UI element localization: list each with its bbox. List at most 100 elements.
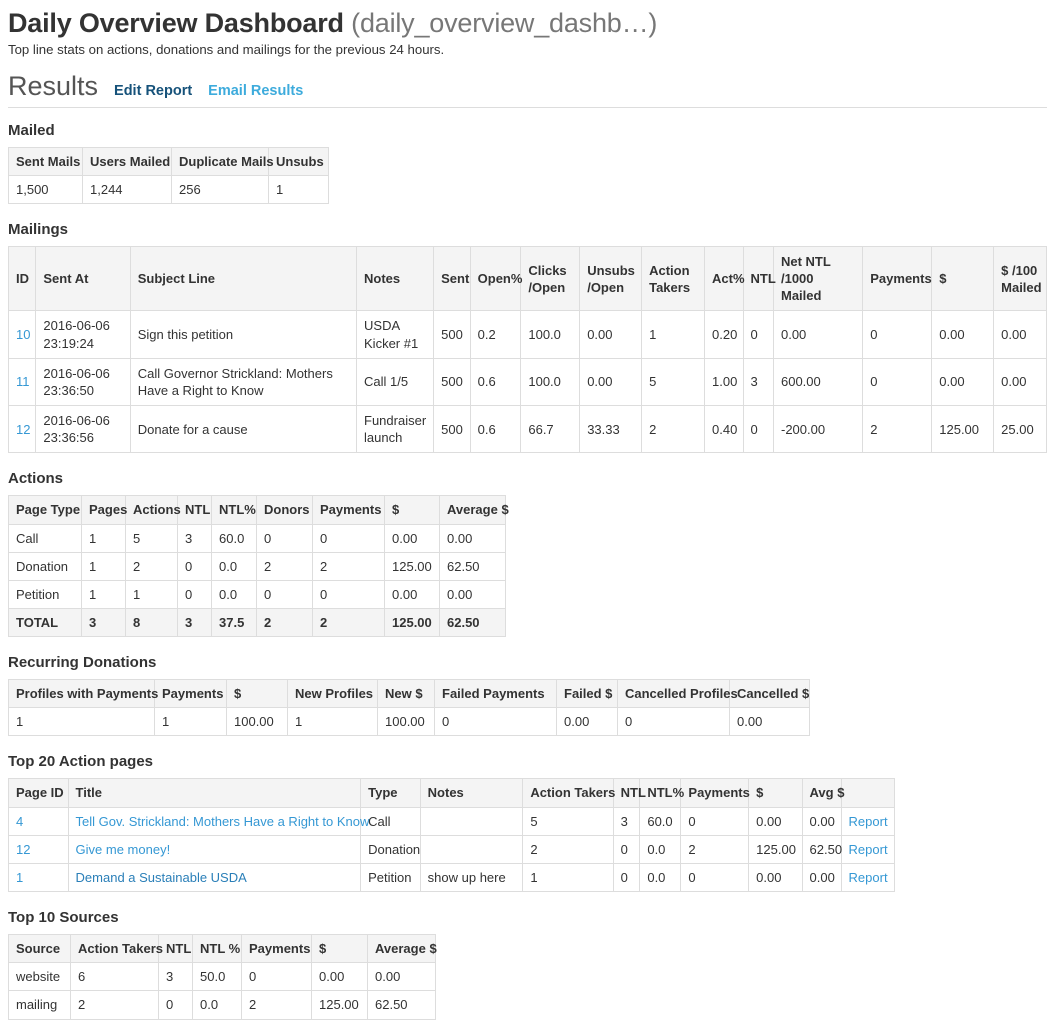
- cell-unsubs: 1: [269, 175, 329, 203]
- top-sources-section-title: Top 10 Sources: [8, 909, 1047, 927]
- cell-dollars: 0.00: [749, 863, 802, 891]
- column-header-report: [841, 779, 894, 807]
- column-header-donors: Donors: [257, 496, 313, 524]
- column-header-action-takers: Action Takers: [71, 935, 159, 963]
- column-header-notes: Notes: [420, 779, 523, 807]
- cell-act-pct: 1.00: [705, 358, 744, 405]
- cell-avg-dollars: 0.00: [802, 863, 841, 891]
- column-header-page-type: Page Type: [9, 496, 82, 524]
- column-header-open-pct: Open%: [470, 246, 521, 310]
- report-link[interactable]: Report: [849, 870, 888, 885]
- table-row: 4 Tell Gov. Strickland: Mothers Have a R…: [9, 807, 895, 835]
- cell-page-id: 1: [9, 863, 69, 891]
- page-id-link[interactable]: 12: [16, 842, 30, 857]
- top-sources-table: Source Action Takers NTL NTL % Payments …: [8, 934, 436, 1019]
- cell-notes: [420, 835, 523, 863]
- cell-clicks-per-open: 66.7: [521, 406, 580, 453]
- header-line-2: /Open: [587, 280, 624, 295]
- cell-ntl: 0: [613, 863, 640, 891]
- column-header-dollars: $: [932, 246, 994, 310]
- cell-report: Report: [841, 807, 894, 835]
- cell-cancelled-dollars: 0.00: [730, 708, 810, 736]
- cell-payments: 2: [242, 991, 312, 1019]
- sent-at-time: 23:36:56: [43, 430, 94, 445]
- column-header-action-takers: ActionTakers: [642, 246, 705, 310]
- column-header-ntl: NTL: [159, 935, 193, 963]
- email-results-link[interactable]: Email Results: [208, 84, 303, 99]
- cell-open-pct: 0.6: [470, 358, 521, 405]
- column-header-payments: Payments: [313, 496, 385, 524]
- cell-mailing-id: 12: [9, 406, 36, 453]
- mailing-id-link[interactable]: 11: [16, 374, 30, 389]
- cell-dollars: 0.00: [312, 963, 368, 991]
- page-title: Daily Overview Dashboard (daily_overview…: [8, 8, 1047, 40]
- cell-type: Call: [361, 807, 421, 835]
- cell-ntl-pct: 0.0: [640, 863, 681, 891]
- page-title-slug: (daily_overview_dashb…): [351, 8, 657, 38]
- cell-title: Give me money!: [68, 835, 361, 863]
- report-link[interactable]: Report: [849, 842, 888, 857]
- page-title-link[interactable]: Give me money!: [76, 842, 171, 857]
- cell-ntl-pct: 0.0: [212, 580, 257, 608]
- cell-duplicate-mails: 256: [172, 175, 269, 203]
- cell-cancelled-profiles: 0: [618, 708, 730, 736]
- mailing-id-link[interactable]: 12: [16, 422, 30, 437]
- table-row: 10 2016-06-0623:19:24 Sign this petition…: [9, 311, 1047, 358]
- table-row: 1 Demand a Sustainable USDA Petition sho…: [9, 863, 895, 891]
- cell-sent-mails: 1,500: [9, 175, 83, 203]
- page-title-link[interactable]: Demand a Sustainable USDA: [76, 870, 247, 885]
- edit-report-link[interactable]: Edit Report: [114, 84, 192, 99]
- cell-payments: 0: [863, 311, 932, 358]
- column-header-title: Title: [68, 779, 361, 807]
- cell-per-100-mailed: 25.00: [994, 406, 1047, 453]
- cell-average-dollars: 0.00: [368, 963, 436, 991]
- cell-total-dollars: 125.00: [385, 609, 440, 637]
- header-line-1: Payments: [870, 271, 931, 286]
- cell-notes: show up here: [420, 863, 523, 891]
- cell-donors: 0: [257, 580, 313, 608]
- column-header-new-dollars: New $: [378, 680, 435, 708]
- column-header: Sent Mails: [9, 147, 83, 175]
- cell-report: Report: [841, 835, 894, 863]
- report-link[interactable]: Report: [849, 814, 888, 829]
- table-row: 1,500 1,244 256 1: [9, 175, 329, 203]
- cell-sent: 500: [434, 406, 471, 453]
- cell-subject-line: Call Governor Strickland: Mothers Have a…: [130, 358, 356, 405]
- column-header-ntl: NTL: [178, 496, 212, 524]
- cell-ntl: 3: [743, 358, 773, 405]
- cell-payments: 0: [681, 863, 749, 891]
- cell-pages: 1: [82, 552, 126, 580]
- table-row: mailing 2 0 0.0 2 125.00 62.50: [9, 991, 436, 1019]
- cell-sent-at: 2016-06-0623:36:56: [36, 406, 130, 453]
- page-title-link[interactable]: Tell Gov. Strickland: Mothers Have a Rig…: [76, 814, 370, 829]
- column-header-page-id: Page ID: [9, 779, 69, 807]
- page-id-link[interactable]: 4: [16, 814, 23, 829]
- cell-average-dollars: 62.50: [368, 991, 436, 1019]
- cell-action-takers: 5: [523, 807, 613, 835]
- mailing-id-link[interactable]: 10: [16, 327, 30, 342]
- cell-ntl: 0: [743, 311, 773, 358]
- column-header-type: Type: [361, 779, 421, 807]
- column-header: Users Mailed: [83, 147, 172, 175]
- column-header-payments: Payments: [681, 779, 749, 807]
- column-header-subject-line: Subject Line: [130, 246, 356, 310]
- cell-sent: 500: [434, 358, 471, 405]
- cell-average-dollars: 0.00: [440, 580, 506, 608]
- column-header-profiles-with-payments: Profiles with Payments: [9, 680, 155, 708]
- cell-clicks-per-open: 100.0: [521, 358, 580, 405]
- header-line-1: Net NTL: [781, 254, 831, 269]
- cell-sent: 500: [434, 311, 471, 358]
- cell-dollars: 0.00: [932, 311, 994, 358]
- page-id-link[interactable]: 1: [16, 870, 23, 885]
- column-header-act-pct: Act%: [705, 246, 744, 310]
- cell-total-donors: 2: [257, 609, 313, 637]
- cell-dollars: 125.00: [385, 552, 440, 580]
- cell-net-ntl: 600.00: [773, 358, 862, 405]
- table-row: 12 Give me money! Donation 2 0 0.0 2 125…: [9, 835, 895, 863]
- cell-subject-line: Sign this petition: [130, 311, 356, 358]
- header-line-1: Act%: [712, 271, 745, 286]
- sent-at-time: 23:36:50: [43, 383, 94, 398]
- mailed-table: Sent Mails Users Mailed Duplicate Mails …: [8, 147, 329, 204]
- column-header-payments: Payments: [155, 680, 227, 708]
- cell-action-takers: 2: [71, 991, 159, 1019]
